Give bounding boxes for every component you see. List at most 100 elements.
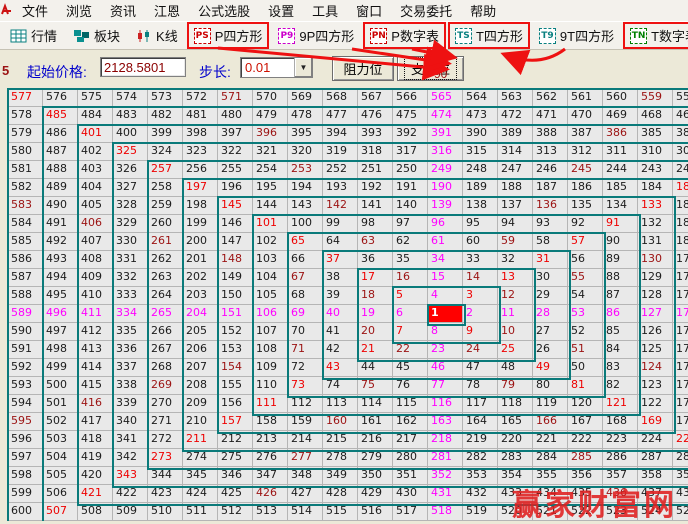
grid-cell-413[interactable]: 413 [78,341,113,359]
grid-cell-215[interactable]: 215 [323,431,358,449]
grid-cell-410[interactable]: 410 [78,287,113,305]
grid-cell-207[interactable]: 207 [183,359,218,377]
grid-cell-316[interactable]: 316 [428,143,463,161]
grid-cell-352[interactable]: 352 [428,467,463,485]
grid-cell-34[interactable]: 34 [428,251,463,269]
grid-cell-596[interactable]: 596 [8,431,43,449]
menu-item-0[interactable]: 文件 [13,1,57,20]
grid-cell-392[interactable]: 392 [393,125,428,143]
grid-cell-479[interactable]: 479 [253,107,288,125]
grid-cell-418[interactable]: 418 [78,431,113,449]
grid-cell-256[interactable]: 256 [183,161,218,179]
grid-cell-129[interactable]: 129 [638,269,673,287]
grid-cell-144[interactable]: 144 [253,197,288,215]
grid-cell-347[interactable]: 347 [253,467,288,485]
grid-cell-518[interactable]: 518 [428,503,463,521]
grid-cell-79[interactable]: 79 [498,377,533,395]
grid-cell-504[interactable]: 504 [43,449,78,467]
grid-cell-398[interactable]: 398 [183,125,218,143]
grid-cell-19[interactable]: 19 [358,305,393,323]
grid-cell-340[interactable]: 340 [113,413,148,431]
grid-cell-179[interactable]: 179 [673,251,688,269]
grid-cell-502[interactable]: 502 [43,413,78,431]
grid-cell-203[interactable]: 203 [183,287,218,305]
grid-cell-201[interactable]: 201 [183,251,218,269]
grid-cell-73[interactable]: 73 [288,377,323,395]
grid-cell-341[interactable]: 341 [113,431,148,449]
grid-cell-354[interactable]: 354 [498,467,533,485]
grid-cell-152[interactable]: 152 [218,323,253,341]
grid-cell-2[interactable]: 2 [463,305,498,323]
grid-cell-42[interactable]: 42 [323,341,358,359]
grid-cell-472[interactable]: 472 [498,107,533,125]
grid-cell-219[interactable]: 219 [463,431,498,449]
grid-cell-577[interactable]: 577 [8,89,43,107]
grid-cell-90[interactable]: 90 [603,233,638,251]
grid-cell-197[interactable]: 197 [183,179,218,197]
grid-cell-196[interactable]: 196 [218,179,253,197]
grid-cell-496[interactable]: 496 [43,305,78,323]
menu-item-5[interactable]: 设置 [259,1,303,20]
grid-cell-399[interactable]: 399 [148,125,183,143]
grid-cell-159[interactable]: 159 [288,413,323,431]
grid-cell-589[interactable]: 589 [8,305,43,323]
grid-cell-120[interactable]: 120 [568,395,603,413]
grid-cell-93[interactable]: 93 [533,215,568,233]
grid-cell-180[interactable]: 180 [673,233,688,251]
grid-cell-29[interactable]: 29 [533,287,568,305]
grid-cell-76[interactable]: 76 [393,377,428,395]
grid-cell-318[interactable]: 318 [358,143,393,161]
grid-cell-497[interactable]: 497 [43,323,78,341]
grid-cell-573[interactable]: 573 [148,89,183,107]
grid-cell-586[interactable]: 586 [8,251,43,269]
grid-cell-92[interactable]: 92 [568,215,603,233]
grid-cell-481[interactable]: 481 [183,107,218,125]
grid-cell-3[interactable]: 3 [463,287,498,305]
grid-cell-402[interactable]: 402 [78,143,113,161]
grid-cell-558[interactable]: 558 [673,89,688,107]
grid-cell-575[interactable]: 575 [78,89,113,107]
grid-cell-77[interactable]: 77 [428,377,463,395]
grid-cell-51[interactable]: 51 [568,341,603,359]
grid-cell-195[interactable]: 195 [253,179,288,197]
grid-cell-276[interactable]: 276 [253,449,288,467]
grid-cell-279[interactable]: 279 [358,449,393,467]
grid-cell-184[interactable]: 184 [638,179,673,197]
grid-cell-335[interactable]: 335 [113,323,148,341]
toolbar-item-3[interactable]: PSP四方形 [187,22,270,49]
grid-cell-83[interactable]: 83 [603,359,638,377]
grid-cell-428[interactable]: 428 [323,485,358,503]
grid-cell-24[interactable]: 24 [463,341,498,359]
grid-cell-139[interactable]: 139 [428,197,463,215]
grid-cell-168[interactable]: 168 [603,413,638,431]
grid-cell-223[interactable]: 223 [603,431,638,449]
grid-cell-337[interactable]: 337 [113,359,148,377]
grid-cell-22[interactable]: 22 [393,341,428,359]
grid-cell-435[interactable]: 435 [568,485,603,503]
grid-cell-249[interactable]: 249 [428,161,463,179]
grid-cell-85[interactable]: 85 [603,323,638,341]
grid-cell-141[interactable]: 141 [358,197,393,215]
grid-cell-162[interactable]: 162 [393,413,428,431]
grid-cell-600[interactable]: 600 [8,503,43,521]
grid-cell-135[interactable]: 135 [568,197,603,215]
grid-cell-14[interactable]: 14 [463,269,498,287]
grid-cell-212[interactable]: 212 [218,431,253,449]
grid-cell-145[interactable]: 145 [218,197,253,215]
grid-cell-344[interactable]: 344 [148,467,183,485]
grid-cell-7[interactable]: 7 [393,323,428,341]
grid-cell-16[interactable]: 16 [393,269,428,287]
grid-cell-1[interactable]: 1 [428,305,463,323]
grid-cell-64[interactable]: 64 [323,233,358,251]
grid-cell-493[interactable]: 493 [43,251,78,269]
grid-cell-70[interactable]: 70 [288,323,323,341]
grid-cell-47[interactable]: 47 [463,359,498,377]
grid-cell-339[interactable]: 339 [113,395,148,413]
menu-item-2[interactable]: 资讯 [101,1,145,20]
grid-cell-6[interactable]: 6 [393,305,428,323]
grid-cell-594[interactable]: 594 [8,395,43,413]
grid-cell-349[interactable]: 349 [323,467,358,485]
grid-cell-387[interactable]: 387 [568,125,603,143]
grid-cell-432[interactable]: 432 [463,485,498,503]
grid-cell-153[interactable]: 153 [218,341,253,359]
